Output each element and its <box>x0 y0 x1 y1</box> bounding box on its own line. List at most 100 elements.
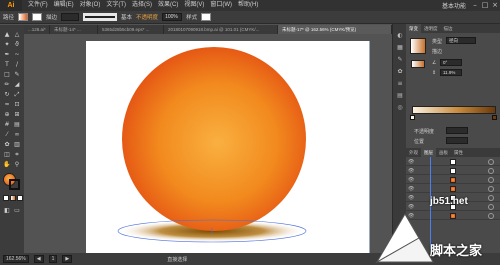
close-icon[interactable]: × <box>490 0 500 11</box>
screen-mode-icon[interactable]: ▭ <box>13 207 21 214</box>
stop-opacity-field[interactable] <box>446 127 468 134</box>
menu-select[interactable]: 选择(S) <box>132 0 152 11</box>
gradient-stop-end[interactable] <box>492 115 497 120</box>
lasso-icon[interactable]: ϑ <box>13 41 21 48</box>
rectangle-tool-icon[interactable]: □ <box>3 71 11 78</box>
tab-attributes[interactable]: 属性 <box>451 148 466 157</box>
pencil-icon[interactable]: ✏ <box>3 81 11 88</box>
transparency-panel-icon[interactable]: ◎ <box>396 104 404 112</box>
draw-normal-icon[interactable]: ◧ <box>3 207 11 214</box>
minimize-icon[interactable]: – <box>470 0 480 11</box>
tab-layers[interactable]: 图层 <box>421 148 436 157</box>
width-tool-icon[interactable]: ≈ <box>3 101 11 108</box>
stroke-panel-icon[interactable]: ≡ <box>396 80 404 88</box>
canvas-area[interactable] <box>24 34 392 253</box>
orange-sphere[interactable] <box>122 47 306 231</box>
paintbrush-icon[interactable]: ✎ <box>13 71 21 78</box>
slice-icon[interactable]: ⌗ <box>13 151 21 158</box>
tab-stroke[interactable]: 描边 <box>441 24 456 33</box>
gradient-slider[interactable] <box>412 106 496 114</box>
line-tool-icon[interactable]: / <box>13 61 21 68</box>
brushes-panel-icon[interactable]: ✎ <box>396 56 404 64</box>
direct-selection-tool-icon[interactable]: △ <box>13 31 21 38</box>
visibility-eye-icon[interactable]: 👁 <box>408 176 414 184</box>
pen-tool-icon[interactable]: ✒ <box>3 51 11 58</box>
selection-tool-icon[interactable]: ▲ <box>3 31 11 38</box>
graph-tool-icon[interactable]: ▥ <box>13 141 21 148</box>
mesh-icon[interactable]: # <box>3 121 11 128</box>
visibility-eye-icon[interactable]: 👁 <box>408 167 414 175</box>
tab-appearance[interactable]: 外观 <box>406 148 421 157</box>
swatches-panel-icon[interactable]: ▦ <box>396 44 404 52</box>
opacity-field[interactable]: 100% <box>162 13 183 21</box>
style-swatch[interactable] <box>201 13 212 21</box>
gradient-thumbnail[interactable] <box>411 60 425 68</box>
magic-wand-icon[interactable]: ✦ <box>3 41 11 48</box>
scale-icon[interactable]: ⤢ <box>13 91 21 98</box>
stroke-swatch[interactable] <box>32 13 43 21</box>
gradient-panel-icon[interactable]: ▤ <box>396 92 404 100</box>
artboard-number-field[interactable]: 1 <box>48 255 58 263</box>
menu-file[interactable]: 文件(F) <box>28 0 48 11</box>
doc-tab-active[interactable]: 未标题-17* @ 162.56% (CMYK/预览) <box>278 25 392 34</box>
type-tool-icon[interactable]: T <box>3 61 11 68</box>
menu-type[interactable]: 文字(T) <box>106 0 126 11</box>
eraser-icon[interactable]: ◢ <box>13 81 21 88</box>
doc-tab-4[interactable]: 20180107090918.bmp.ai @ 101.01 (CMYK/... <box>164 25 278 34</box>
gradient-angle-field[interactable]: 0° <box>440 59 462 66</box>
free-transform-icon[interactable]: ⊡ <box>13 101 21 108</box>
color-mode-swatch[interactable] <box>3 195 9 201</box>
target-circle-icon[interactable] <box>488 204 494 210</box>
color-panel-icon[interactable]: ◐ <box>396 32 404 40</box>
menu-window[interactable]: 窗口(W) <box>210 0 232 11</box>
layer-row[interactable]: 👁 <box>406 176 500 184</box>
doc-tab-2[interactable]: 未标题-14* ... <box>50 25 98 34</box>
stroke-weight-field[interactable] <box>61 13 80 21</box>
artboard-nav-next[interactable]: ▶ <box>62 255 73 263</box>
doc-tab-1[interactable]: ...128.ai* <box>24 25 50 34</box>
gradient-mode-swatch[interactable] <box>10 195 16 201</box>
target-circle-icon[interactable] <box>488 177 494 183</box>
visibility-eye-icon[interactable]: 👁 <box>408 203 414 211</box>
doc-tab-3[interactable]: 5365d28b5cb09.eps* ... <box>98 25 164 34</box>
visibility-eye-icon[interactable]: 👁 <box>408 194 414 202</box>
artboard-nav-prev[interactable]: ◀ <box>33 255 44 263</box>
menu-effect[interactable]: 效果(C) <box>158 0 178 11</box>
gradient-type-select[interactable]: 径向 <box>446 37 476 44</box>
shape-builder-icon[interactable]: ⊕ <box>3 111 11 118</box>
stop-location-field[interactable] <box>446 137 468 144</box>
hand-tool-icon[interactable]: ✋ <box>3 161 11 168</box>
zoom-field[interactable]: 162.56% <box>3 255 29 263</box>
zoom-tool-icon[interactable]: ⚲ <box>13 161 21 168</box>
fill-swatch[interactable] <box>18 13 29 21</box>
menu-edit[interactable]: 编辑(E) <box>54 0 74 11</box>
gradient-preview-swatch[interactable] <box>410 38 426 54</box>
stroke-profile-preview[interactable] <box>83 13 118 21</box>
layer-row[interactable]: 👁 <box>406 185 500 193</box>
layer-row[interactable]: 👁 <box>406 167 500 175</box>
symbol-sprayer-icon[interactable]: ✿ <box>3 141 11 148</box>
none-mode-swatch[interactable] <box>17 195 23 201</box>
artboard-tool-icon[interactable]: ◫ <box>3 151 11 158</box>
menu-view[interactable]: 视图(V) <box>184 0 204 11</box>
perspective-icon[interactable]: ⊞ <box>13 111 21 118</box>
fill-stroke-control[interactable] <box>3 173 21 191</box>
symbols-panel-icon[interactable]: ✿ <box>396 68 404 76</box>
blend-icon[interactable]: ∞ <box>13 131 21 138</box>
layer-row[interactable]: 👁 <box>406 158 500 166</box>
target-circle-icon[interactable] <box>488 195 494 201</box>
tab-transparency[interactable]: 透明度 <box>421 24 441 33</box>
stroke-color-swatch[interactable] <box>9 179 20 190</box>
visibility-eye-icon[interactable]: 👁 <box>408 158 414 166</box>
target-circle-icon[interactable] <box>488 168 494 174</box>
tab-gradient[interactable]: 渐变 <box>406 24 421 33</box>
workspace-switcher[interactable]: 基本功能 <box>442 1 470 10</box>
gradient-stop-start[interactable] <box>410 115 415 120</box>
menu-object[interactable]: 对象(O) <box>80 0 101 11</box>
gradient-tool-icon[interactable]: ▤ <box>13 121 21 128</box>
tab-artboards[interactable]: 画板 <box>436 148 451 157</box>
gradient-aspect-field[interactable]: 11.9% <box>440 69 462 76</box>
rotate-icon[interactable]: ↻ <box>3 91 11 98</box>
curvature-icon[interactable]: ~ <box>13 51 21 58</box>
menu-help[interactable]: 帮助(H) <box>238 0 258 11</box>
